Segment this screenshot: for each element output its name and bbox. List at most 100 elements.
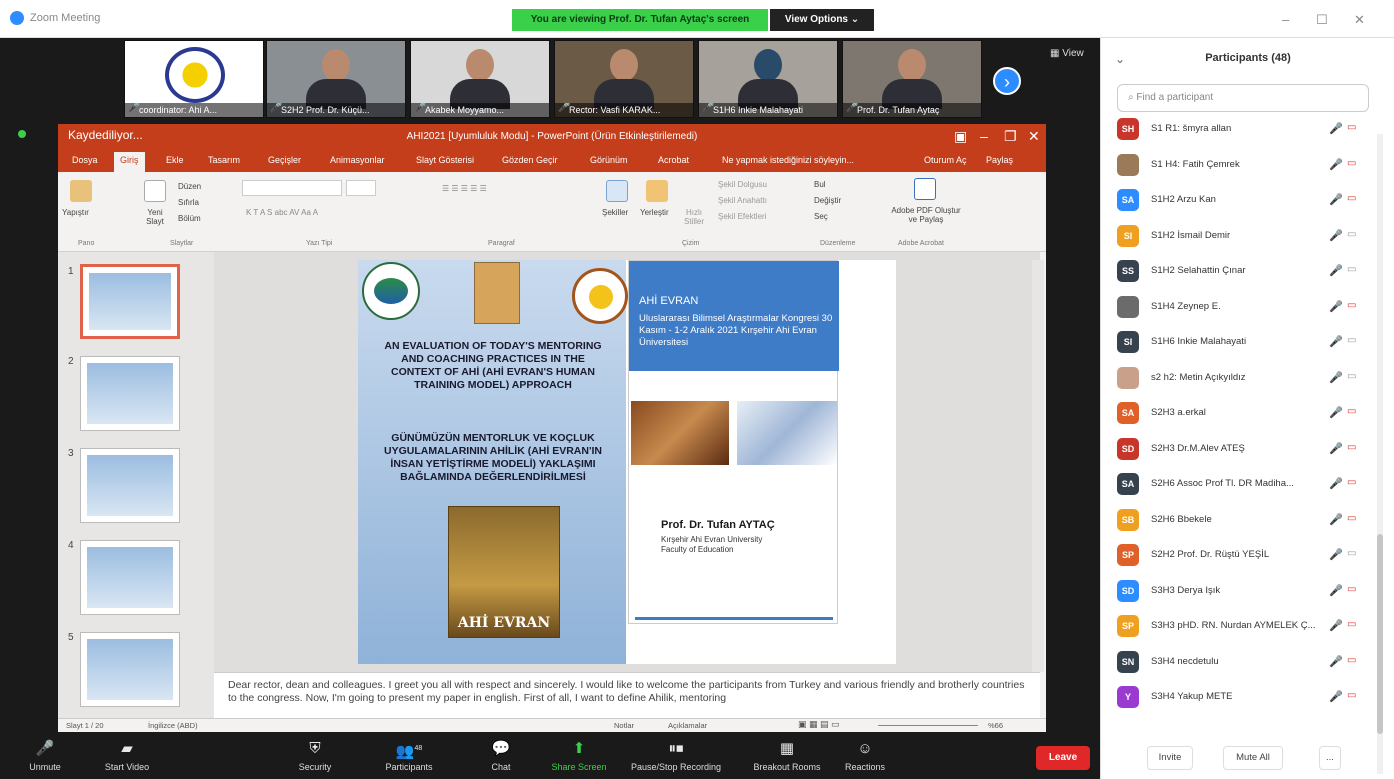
tab-ekle[interactable]: Ekle (166, 155, 184, 165)
muted-mic-icon[interactable]: 🎤 (1329, 371, 1343, 384)
muted-mic-icon[interactable]: 🎤 (1329, 513, 1343, 526)
camera-icon[interactable]: ▭ (1347, 655, 1356, 666)
participant-row[interactable]: S1H4 Zeynep E. 🎤 ▭ (1101, 290, 1394, 326)
tab-gecisler[interactable]: Geçişler (268, 155, 301, 165)
tab-giris[interactable]: Giriş (114, 152, 145, 172)
camera-icon[interactable]: ▭ (1347, 619, 1356, 630)
muted-mic-icon[interactable]: 🎤 (1329, 655, 1343, 668)
muted-mic-icon[interactable]: 🎤 (1329, 229, 1343, 242)
zoom-level[interactable]: %66 (988, 721, 1003, 730)
new-slide-icon[interactable] (144, 180, 166, 202)
ribbon-display-icon[interactable]: ▣ (954, 128, 967, 145)
comments-toggle[interactable]: Açıklamalar (668, 721, 707, 730)
camera-icon[interactable]: ▭ (1347, 584, 1356, 595)
quick-styles-label[interactable]: Hızlı Stiller (678, 208, 710, 226)
reactions-button[interactable]: ☺ Reactions (820, 734, 910, 772)
layout-button[interactable]: Düzen (178, 182, 201, 191)
share-screen-button[interactable]: ⬆ Share Screen (534, 734, 624, 772)
ppt-close-icon[interactable]: ✕ (1028, 128, 1040, 145)
participant-row[interactable]: SP S2H2 Prof. Dr. Rüştü YEŞİL 🎤 ▭ (1101, 538, 1394, 574)
participant-list-scrollbar[interactable] (1377, 134, 1383, 774)
video-thumbnail[interactable]: 🎤 Akabek Moyyamo... (410, 40, 550, 118)
arrange-label[interactable]: Yerleştir (640, 208, 669, 217)
arrange-icon[interactable] (646, 180, 668, 202)
camera-icon[interactable]: ▭ (1347, 335, 1356, 346)
camera-icon[interactable]: ▭ (1347, 158, 1356, 169)
participant-row[interactable]: SD S2H3 Dr.M.Alev ATEŞ 🎤 ▭ (1101, 432, 1394, 468)
ppt-minimize-icon[interactable]: – (980, 128, 988, 144)
participant-row[interactable]: SB S2H6 Bbekele 🎤 ▭ (1101, 503, 1394, 539)
find-button[interactable]: Bul (814, 180, 826, 189)
font-size-box[interactable] (346, 180, 376, 196)
participant-row[interactable]: SP S3H3 pHD. RN. Nurdan AYMELEK Ç... 🎤 ▭ (1101, 609, 1394, 645)
speaker-notes[interactable]: Dear rector, dean and colleagues. I gree… (214, 672, 1040, 718)
muted-mic-icon[interactable]: 🎤 (1329, 335, 1343, 348)
video-thumbnail[interactable]: 🎤 coordinator: Ahi A... (124, 40, 264, 118)
participant-row[interactable]: Y S3H4 Yakup METE 🎤 ▭ (1101, 680, 1394, 716)
font-format-buttons[interactable]: K T A S abc AV Aa A (246, 208, 318, 217)
muted-mic-icon[interactable]: 🎤 (1329, 442, 1343, 455)
shape-effects-button[interactable]: Şekil Efektleri (718, 212, 766, 221)
participant-row[interactable]: SD S3H3 Derya Işık 🎤 ▭ (1101, 574, 1394, 610)
view-mode-icons[interactable]: ▣ ▦ ▤ ▭ (798, 719, 840, 730)
shapes-label[interactable]: Şekiller (602, 208, 628, 217)
more-options-button[interactable]: ... (1319, 746, 1341, 770)
tell-me-search[interactable]: Ne yapmak istediğinizi söyleyin... (722, 155, 854, 165)
tab-animasyonlar[interactable]: Animasyonlar (330, 155, 385, 165)
muted-mic-icon[interactable]: 🎤 (1329, 158, 1343, 171)
reset-button[interactable]: Sıfırla (178, 198, 199, 207)
invite-button[interactable]: Invite (1147, 746, 1193, 770)
view-options-button[interactable]: View Options ⌄ (770, 9, 874, 31)
participant-row[interactable]: SA S1H2 Arzu Kan 🎤 ▭ (1101, 183, 1394, 219)
camera-icon[interactable]: ▭ (1347, 300, 1356, 311)
camera-icon[interactable]: ▭ (1347, 477, 1356, 488)
breakout-rooms-button[interactable]: ▦ Breakout Rooms (742, 734, 832, 772)
camera-icon[interactable]: ▭ (1347, 513, 1356, 524)
muted-mic-icon[interactable]: 🎤 (1329, 300, 1343, 313)
new-slide-label[interactable]: Yeni Slayt (138, 208, 172, 226)
slide-thumbnail[interactable] (80, 448, 180, 523)
participant-row[interactable]: SH S1 R1: šmyra allan 🎤 ▭ (1101, 112, 1394, 148)
zoom-slider[interactable] (878, 725, 978, 726)
shape-fill-button[interactable]: Şekil Dolgusu (718, 180, 767, 189)
participant-row[interactable]: SN S3H4 necdetulu 🎤 ▭ (1101, 645, 1394, 681)
muted-mic-icon[interactable]: 🎤 (1329, 193, 1343, 206)
security-button[interactable]: ⛨ Security (270, 734, 360, 772)
slide-thumbnail[interactable] (80, 540, 180, 615)
notes-toggle[interactable]: Notlar (614, 721, 634, 730)
muted-mic-icon[interactable]: 🎤 (1329, 690, 1343, 703)
pause-stop-recording-button[interactable]: ⏸⏹ Pause/Stop Recording (626, 734, 726, 772)
tab-slayt-gosterisi[interactable]: Slayt Gösterisi (416, 155, 474, 165)
camera-icon[interactable]: ▭ (1347, 442, 1356, 453)
tab-acrobat[interactable]: Acrobat (658, 155, 689, 165)
slide-thumbnail[interactable] (80, 264, 180, 339)
start-video-button[interactable]: ▰ Start Video (82, 734, 172, 772)
ppt-restore-icon[interactable]: ❐ (1004, 128, 1017, 145)
share-ppt-button[interactable]: Paylaş (986, 155, 1013, 165)
video-thumbnail[interactable]: 🎤 Rector: Vasfi KARAK... (554, 40, 694, 118)
minimize-icon[interactable]: – (1282, 12, 1289, 27)
video-thumbnail[interactable]: 🎤 S1H6 Inkie Malahayati (698, 40, 838, 118)
participant-row[interactable]: SA S2H3 a.erkal 🎤 ▭ (1101, 396, 1394, 432)
participant-row[interactable]: SI S1H6 Inkie Malahayati 🎤 ▭ (1101, 325, 1394, 361)
slide-thumbnail[interactable] (80, 632, 180, 707)
canvas-scrollbar[interactable] (1032, 260, 1044, 672)
section-button[interactable]: Bölüm (178, 214, 201, 223)
tab-gozden-gecir[interactable]: Gözden Geçir (502, 155, 558, 165)
tab-gorunum[interactable]: Görünüm (590, 155, 628, 165)
participants-button[interactable]: 👥48 Participants (364, 734, 454, 772)
camera-icon[interactable]: ▭ (1347, 122, 1356, 133)
shared-powerpoint-window[interactable]: Kaydediliyor... AHI2021 [Uyumluluk Modu]… (58, 124, 1046, 732)
chat-button[interactable]: 💬 Chat (456, 734, 546, 772)
leave-button[interactable]: Leave (1036, 746, 1090, 770)
adobe-pdf-icon[interactable] (914, 178, 936, 200)
tab-tasarim[interactable]: Tasarım (208, 155, 240, 165)
adobe-pdf-label[interactable]: Adobe PDF Oluştur ve Paylaş (886, 206, 966, 224)
current-slide[interactable]: AN EVALUATION OF TODAY'S MENTORING AND C… (358, 260, 896, 664)
mute-all-button[interactable]: Mute All (1223, 746, 1283, 770)
tab-dosya[interactable]: Dosya (72, 155, 98, 165)
paste-icon[interactable] (70, 180, 92, 202)
muted-mic-icon[interactable]: 🎤 (1329, 548, 1343, 561)
camera-icon[interactable]: ▭ (1347, 193, 1356, 204)
muted-mic-icon[interactable]: 🎤 (1329, 619, 1343, 632)
